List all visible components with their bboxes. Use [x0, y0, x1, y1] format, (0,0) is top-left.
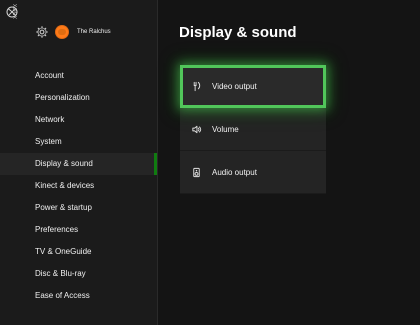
- display-sound-options: Video output Volume Audio output: [180, 65, 326, 194]
- settings-sidebar: XBOX The Ralchus Account Personalization…: [0, 0, 158, 325]
- settings-nav: Account Personalization Network System D…: [0, 65, 157, 307]
- sidebar-item-power-startup[interactable]: Power & startup: [0, 197, 157, 219]
- sidebar-item-ease-of-access[interactable]: Ease of Access: [0, 285, 157, 307]
- sidebar-item-system[interactable]: System: [0, 131, 157, 153]
- sidebar-item-tv-oneguide[interactable]: TV & OneGuide: [0, 241, 157, 263]
- volume-button[interactable]: Volume: [180, 108, 326, 151]
- gamertag: The Ralchus: [77, 29, 111, 35]
- sidebar-item-preferences[interactable]: Preferences: [0, 219, 157, 241]
- audio-output-icon: [193, 167, 200, 177]
- sidebar-item-kinect-devices[interactable]: Kinect & devices: [0, 175, 157, 197]
- avatar[interactable]: [55, 25, 69, 39]
- volume-label: Volume: [212, 124, 239, 134]
- gear-icon[interactable]: [35, 25, 49, 39]
- display-sound-panel: Display & sound Video output Volume Audi…: [157, 0, 420, 325]
- audio-output-label: Audio output: [212, 167, 257, 177]
- sidebar-item-disc-blu-ray[interactable]: Disc & Blu-ray: [0, 263, 157, 285]
- profile-area: The Ralchus: [35, 24, 111, 40]
- volume-icon: [192, 125, 202, 133]
- sidebar-item-network[interactable]: Network: [0, 109, 157, 131]
- sidebar-item-personalization[interactable]: Personalization: [0, 87, 157, 109]
- video-output-label: Video output: [212, 82, 257, 91]
- screen: XBOX The Ralchus Account Personalization…: [0, 0, 420, 325]
- xbox-logo-text: XBOX: [13, 3, 19, 20]
- audio-output-button[interactable]: Audio output: [180, 151, 326, 194]
- video-output-icon: [193, 81, 201, 92]
- sidebar-item-display-sound[interactable]: Display & sound: [0, 153, 157, 175]
- sidebar-item-account[interactable]: Account: [0, 65, 157, 87]
- page-title: Display & sound: [179, 24, 297, 41]
- video-output-button[interactable]: Video output: [180, 65, 326, 108]
